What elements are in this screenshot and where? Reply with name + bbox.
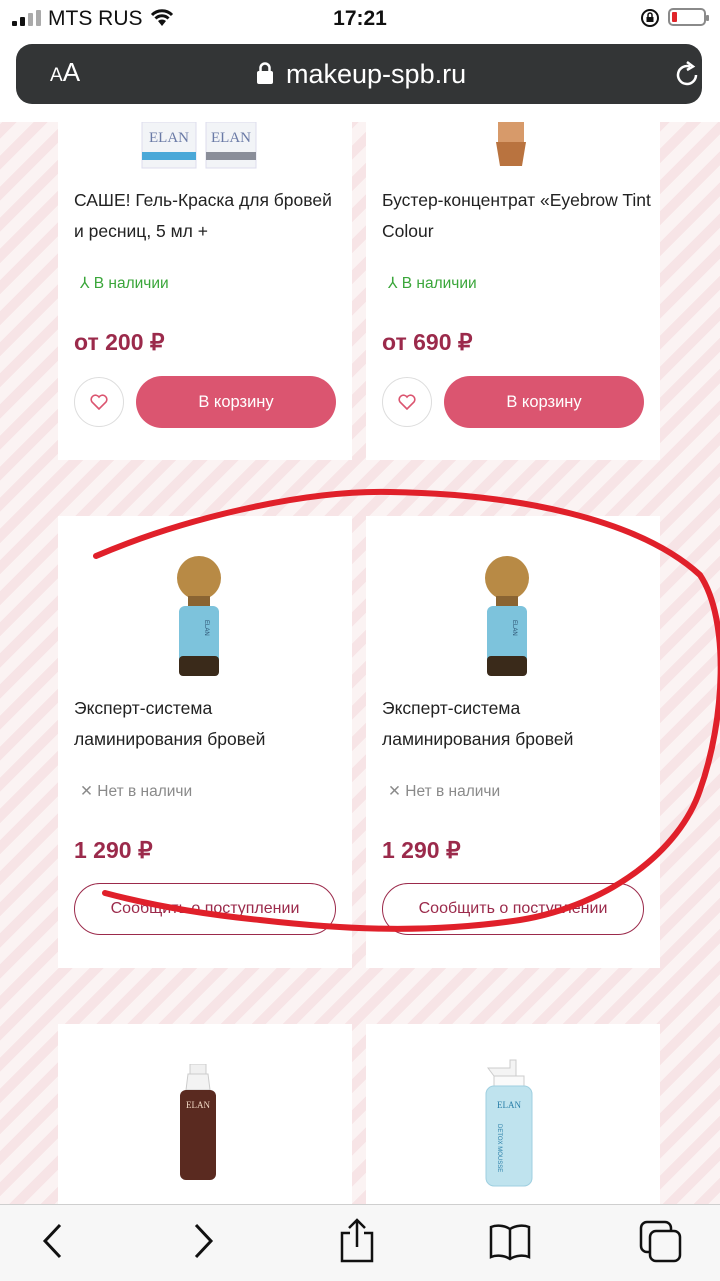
browser-toolbar — [0, 1204, 720, 1281]
status-bar: MTS RUS 17:21 — [0, 0, 720, 40]
check-icon: ⅄ — [388, 275, 402, 292]
product-card[interactable]: ELAN — [58, 1024, 352, 1204]
product-name[interactable]: Эксперт-система ламинирования бровей — [74, 693, 344, 755]
product-name[interactable]: Эксперт-система ламинирования бровей — [382, 693, 652, 755]
stock-status: ⅄ В наличии — [388, 275, 477, 292]
product-image-brand: ELAN — [497, 1100, 521, 1110]
heart-icon — [90, 394, 108, 410]
product-image[interactable]: ELAN ELAN — [58, 122, 352, 172]
tabs-icon[interactable] — [638, 1219, 684, 1265]
product-price: от 690 ₽ — [382, 329, 473, 355]
close-icon: ✕ — [388, 783, 406, 800]
product-card[interactable]: Бустер-концентрат «Eyebrow Tint Colour ⅄… — [366, 122, 660, 460]
add-to-cart-button[interactable]: В корзину — [444, 376, 644, 428]
product-image-brand: ELAN — [149, 130, 189, 146]
rotation-lock-icon — [641, 9, 659, 27]
product-image[interactable]: ELAN DETOX MOUSSE — [366, 1058, 660, 1204]
battery-icon — [668, 8, 709, 26]
product-price: 1 290 ₽ — [74, 837, 153, 863]
notify-button[interactable]: Сообщить о поступлении — [382, 883, 644, 935]
product-price: 1 290 ₽ — [382, 837, 461, 863]
favorite-button[interactable] — [74, 377, 124, 427]
product-name[interactable]: САШЕ! Гель-Краска для бровей и ресниц, 5… — [74, 185, 344, 247]
forward-button[interactable] — [190, 1221, 216, 1261]
stock-status: ⅄ В наличии — [80, 275, 169, 292]
stock-status: ✕ Нет в наличи — [388, 783, 501, 800]
share-icon[interactable] — [338, 1217, 376, 1263]
product-image-brand: ELAN — [211, 130, 251, 146]
browser-chrome: AA makeup-spb.ru — [0, 40, 720, 122]
product-image[interactable]: ELAN — [58, 546, 352, 676]
product-card[interactable]: ELAN Эксперт-система ламинирования брове… — [58, 516, 352, 968]
product-card[interactable]: ELAN ELAN САШЕ! Гель-Краска для бровей и… — [58, 122, 352, 460]
heart-icon — [398, 394, 416, 410]
add-to-cart-button[interactable]: В корзину — [136, 376, 336, 428]
favorite-button[interactable] — [382, 377, 432, 427]
product-image[interactable] — [366, 122, 660, 172]
notify-button[interactable]: Сообщить о поступлении — [74, 883, 336, 935]
address-bar[interactable]: AA makeup-spb.ru — [16, 44, 702, 104]
clock: 17:21 — [333, 7, 387, 30]
product-name[interactable]: Бустер-концентрат «Eyebrow Tint Colour — [382, 185, 652, 247]
padlock-icon — [257, 62, 273, 84]
product-image[interactable]: ELAN — [58, 1064, 352, 1204]
text-size-button[interactable]: AA — [50, 57, 80, 88]
product-image-brand: ELAN — [203, 620, 209, 636]
check-icon: ⅄ — [80, 275, 94, 292]
bookmarks-icon[interactable] — [488, 1223, 532, 1261]
url-text[interactable]: makeup-spb.ru — [286, 59, 466, 90]
close-icon: ✕ — [80, 783, 98, 800]
product-card[interactable]: ELAN DETOX MOUSSE — [366, 1024, 660, 1204]
product-image-brand: ELAN — [511, 620, 517, 636]
product-card[interactable]: ELAN Эксперт-система ламинирования брове… — [366, 516, 660, 968]
product-image-brand: ELAN — [186, 1100, 210, 1110]
product-image-label: DETOX MOUSSE — [496, 1124, 502, 1172]
stock-status: ✕ Нет в наличи — [80, 783, 193, 800]
product-price: от 200 ₽ — [74, 329, 165, 355]
product-image[interactable]: ELAN — [366, 546, 660, 676]
back-button[interactable] — [40, 1221, 66, 1261]
reload-icon[interactable] — [672, 60, 702, 90]
